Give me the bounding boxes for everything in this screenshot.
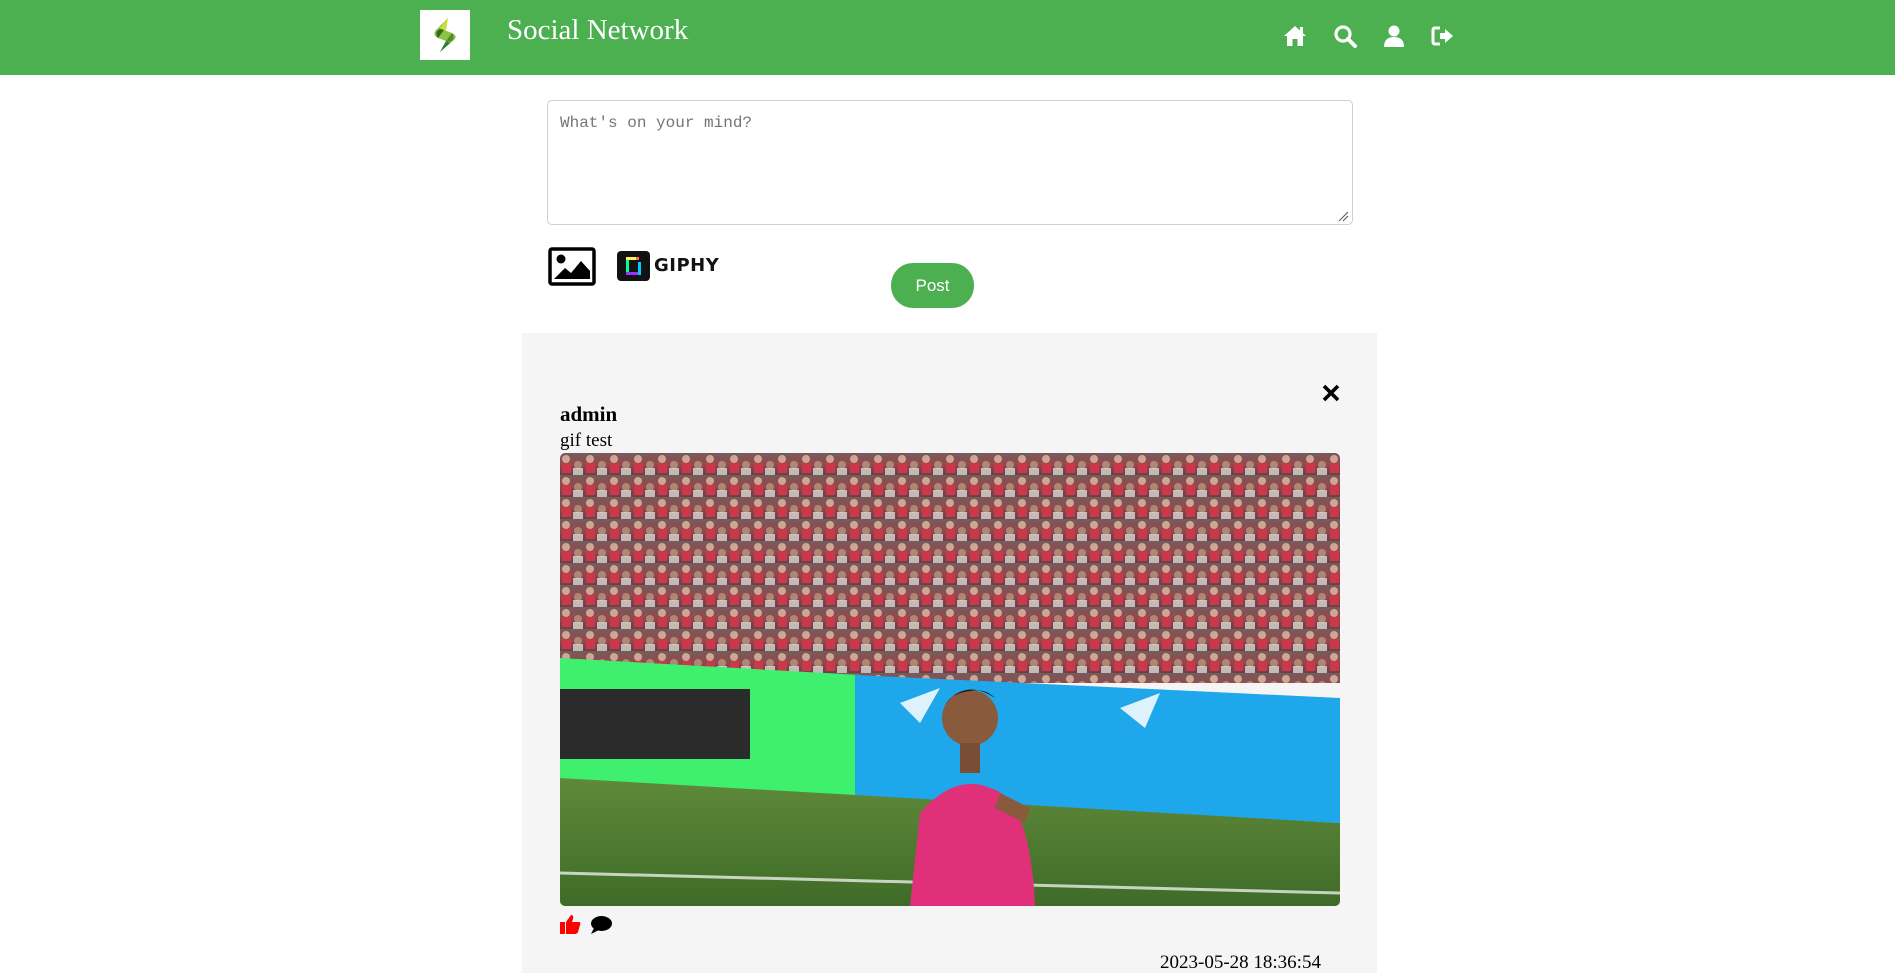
- post-author[interactable]: admin: [560, 402, 617, 427]
- logout-icon[interactable]: [1430, 23, 1456, 49]
- post-button[interactable]: Post: [891, 263, 974, 308]
- giphy-label: GIPHY: [654, 255, 720, 276]
- site-title: Social Network: [507, 14, 689, 46]
- post-text: gif test: [560, 430, 613, 451]
- comment-icon[interactable]: [589, 914, 613, 936]
- close-icon[interactable]: [1320, 382, 1342, 404]
- post-gif-image: [560, 453, 1340, 906]
- giphy-button[interactable]: GIPHY: [617, 251, 721, 281]
- image-upload-icon[interactable]: [548, 247, 596, 286]
- home-icon[interactable]: [1282, 23, 1308, 49]
- user-icon[interactable]: [1381, 23, 1407, 49]
- giphy-logo-icon: [617, 251, 650, 281]
- top-navbar: Social Network: [0, 0, 1895, 75]
- search-icon[interactable]: [1332, 23, 1358, 49]
- post-composer-input[interactable]: [547, 100, 1353, 225]
- resize-grip-icon[interactable]: [1337, 210, 1349, 222]
- like-icon[interactable]: [558, 912, 582, 936]
- post-timestamp: 2023-05-28 18:36:54: [1160, 952, 1321, 973]
- site-logo[interactable]: [420, 10, 470, 60]
